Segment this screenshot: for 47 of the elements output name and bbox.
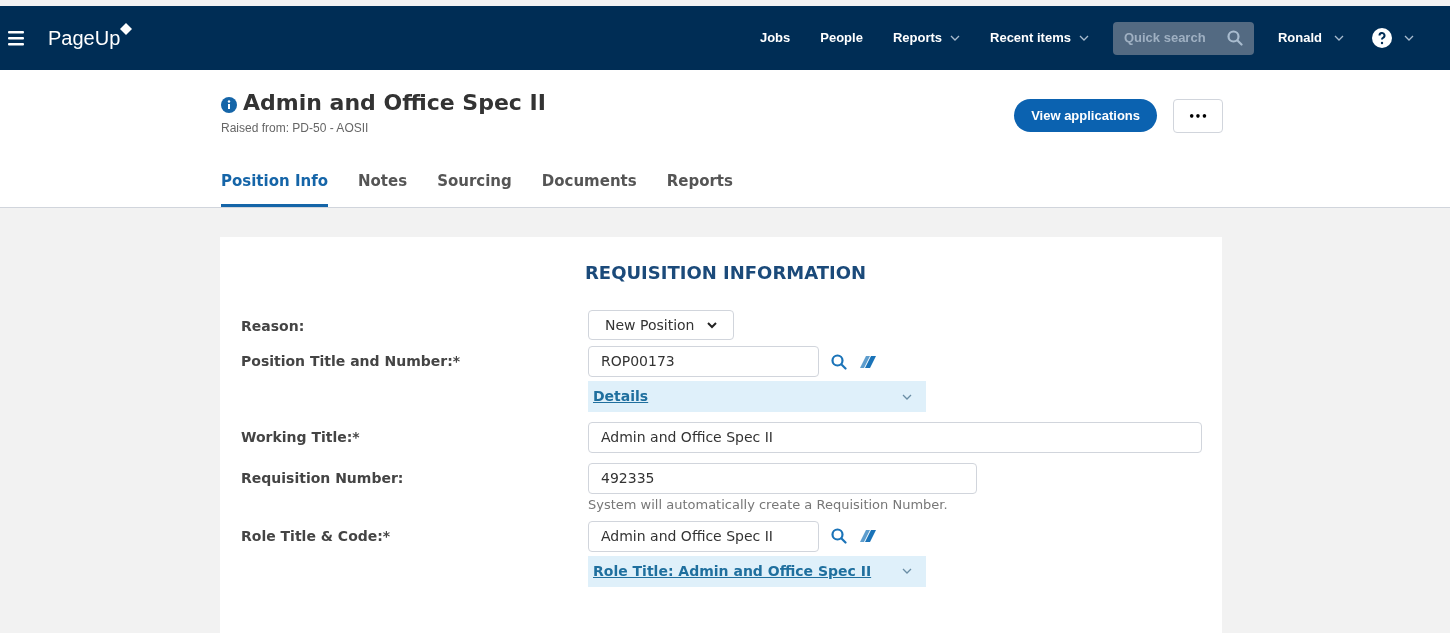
chevron-down-icon xyxy=(902,568,912,574)
details-link[interactable]: Role Title: Admin and Office Spec II xyxy=(593,560,872,582)
search-icon[interactable] xyxy=(1226,30,1243,46)
logo[interactable]: PageUp xyxy=(48,23,121,53)
chevron-down-icon xyxy=(1334,35,1344,41)
chevron-down-icon xyxy=(706,321,717,329)
eraser-icon[interactable] xyxy=(859,354,877,369)
search-icon[interactable] xyxy=(831,353,847,370)
tab[interactable]: Sourcing xyxy=(437,169,512,207)
details-panel[interactable]: Role Title: Admin and Office Spec II xyxy=(588,555,926,587)
field-label: Reason: xyxy=(241,317,306,336)
text-field[interactable]: Admin and Office Spec II xyxy=(588,422,1202,453)
user-menu[interactable]: Ronald xyxy=(1277,28,1344,48)
menu-icon[interactable] xyxy=(8,30,24,46)
chevron-down-icon xyxy=(1078,35,1089,41)
field-label: Role Title & Code:* xyxy=(241,526,392,546)
nav-link[interactable]: Reports xyxy=(892,28,960,48)
page-subtitle: Raised from: PD-50 - AOSII xyxy=(221,120,370,137)
search-icon[interactable] xyxy=(831,528,847,544)
lookup-field[interactable]: Admin and Office Spec II xyxy=(588,520,819,552)
chevron-down-icon xyxy=(1404,35,1414,41)
view-applications-button[interactable]: View applications xyxy=(1014,99,1157,132)
details-link[interactable]: Details xyxy=(593,386,649,407)
more-button[interactable]: ••• xyxy=(1173,99,1223,133)
field-hint: System will automatically create a Requisition Number. xyxy=(588,496,949,514)
details-panel[interactable]: Details xyxy=(588,381,926,412)
tab[interactable]: Notes xyxy=(358,169,408,207)
chevron-down-icon xyxy=(902,393,912,400)
text-field[interactable]: 492335 xyxy=(588,463,977,494)
field-label: Requisition Number: xyxy=(241,469,405,488)
reason-select[interactable]: New Position xyxy=(588,310,734,340)
page-title: Admin and Office Spec II xyxy=(243,89,546,117)
lookup-field[interactable]: ROP00173 xyxy=(588,346,819,377)
nav-link[interactable]: People xyxy=(820,28,863,48)
tab[interactable]: Reports xyxy=(666,169,733,207)
tab[interactable]: Position Info xyxy=(221,169,328,207)
chevron-down-icon xyxy=(950,35,960,41)
nav-link[interactable]: Jobs xyxy=(759,28,791,48)
nav-link[interactable]: Recent items xyxy=(990,28,1089,48)
info-icon[interactable] xyxy=(221,96,237,113)
section-title: REQUISITION INFORMATION xyxy=(584,261,868,285)
field-label: Position Title and Number:* xyxy=(241,352,462,371)
field-label: Working Title:* xyxy=(241,428,361,447)
eraser-icon[interactable] xyxy=(859,529,877,543)
tab[interactable]: Documents xyxy=(541,169,637,207)
help-icon[interactable] xyxy=(1372,28,1392,48)
diamond-icon xyxy=(120,23,133,35)
